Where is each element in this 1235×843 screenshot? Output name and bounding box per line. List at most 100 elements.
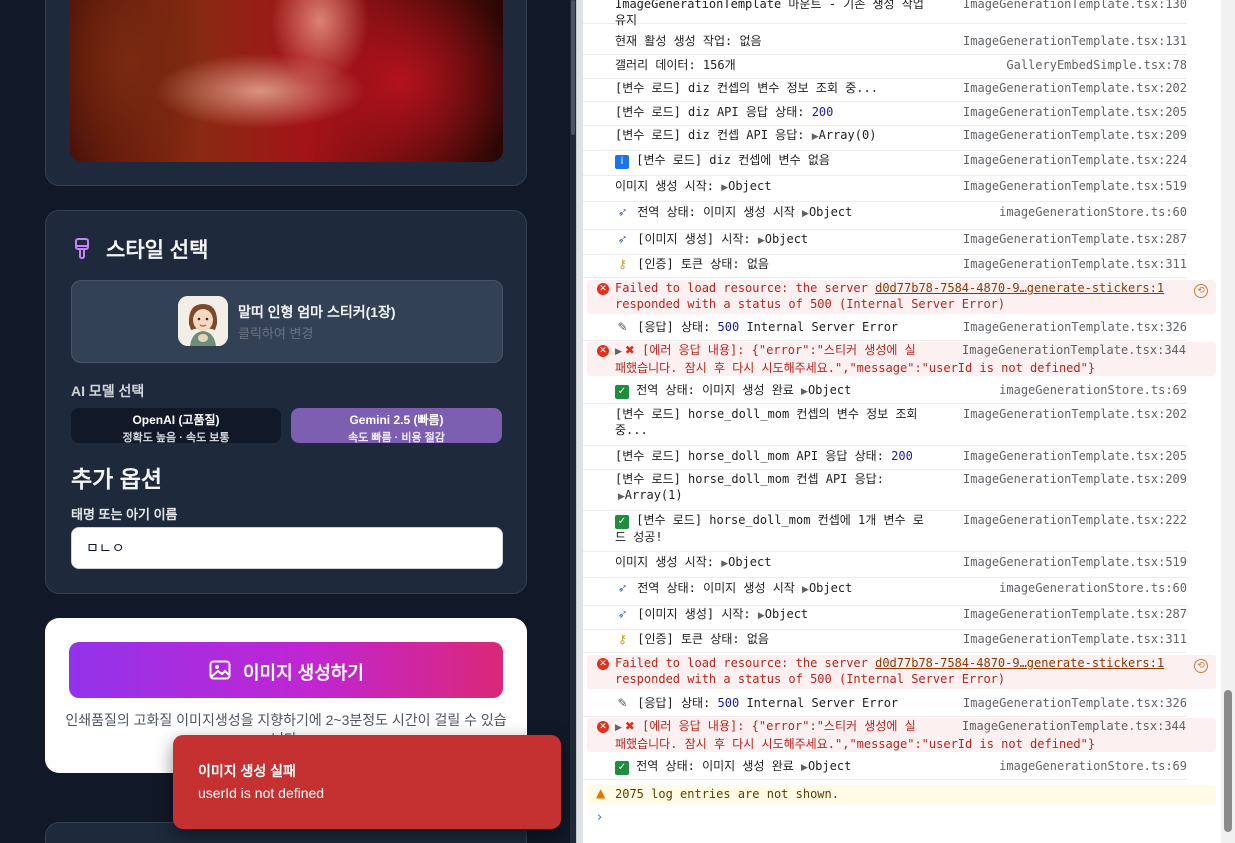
console-source-link[interactable]: ImageGenerationTemplate.tsx:326 — [963, 319, 1187, 335]
console-object[interactable]: Object — [728, 179, 771, 193]
console-message: ✎ [응답] 상태: 500 Internal Server Error — [615, 695, 898, 711]
console-message: [변수 로드] diz 컨셉 API 응답: ▶Array(0) — [615, 128, 877, 142]
console-log-row[interactable]: ➶ 전역 상태: 이미지 생성 시작 ▶Object imageGeneratio… — [583, 580, 1187, 606]
console-source-link[interactable]: ImageGenerationTemplate.tsx:209 — [963, 471, 1187, 487]
console-log-row[interactable]: ⚷ [인증] 토큰 상태: 없음 ImageGenerationTemplate.… — [583, 256, 1187, 278]
console-source-link[interactable]: ImageGenerationTemplate.tsx:131 — [963, 33, 1187, 49]
selected-style-button[interactable]: 말띠 인형 엄마 스티커(1장) 클릭하여 변경 — [71, 280, 503, 363]
console-log-row[interactable]: 갤러리 데이터: 156개 GalleryEmbedSimple.tsx:78 — [583, 57, 1187, 79]
console-log-row[interactable]: [변수 로드] horse_doll_mom 컨셉 API 응답: ▶Array… — [583, 471, 1187, 511]
console-object[interactable]: Object — [809, 581, 852, 595]
console-source-link[interactable]: ImageGenerationTemplate.tsx:202 — [963, 80, 1187, 96]
console-source-link[interactable]: ImageGenerationTemplate.tsx:209 — [963, 127, 1187, 143]
console-scrollbar[interactable] — [1221, 0, 1235, 843]
console-log-row[interactable]: ➶ [이미지 생성] 시작: ▶Object ImageGenerationTem… — [583, 606, 1187, 630]
model-option-gemini[interactable]: Gemini 2.5 (빠름) 속도 빠름 · 비용 절감 — [291, 408, 502, 444]
console-source-link[interactable]: ImageGenerationTemplate.tsx:311 — [963, 631, 1187, 647]
console-object[interactable]: Array(0) — [819, 128, 877, 142]
console-object[interactable]: Object — [809, 205, 852, 219]
console-object[interactable]: Array(1) — [625, 488, 683, 502]
console-object[interactable]: Object — [765, 607, 808, 621]
expand-triangle-icon[interactable]: ▶ — [615, 492, 625, 502]
expand-triangle-icon[interactable]: ▶ — [758, 611, 765, 621]
generated-image[interactable] — [70, 0, 503, 162]
console-log-row[interactable]: ➶ 전역 상태: 이미지 생성 시작 ▶Object imageGeneratio… — [583, 204, 1187, 230]
console-log-row[interactable]: ✓ 전역 상태: 이미지 생성 완료 ▶Object imageGeneratio… — [583, 382, 1187, 404]
expand-triangle-icon[interactable]: ▶ — [615, 723, 625, 733]
console-log-row[interactable]: 이미지 생성 시작: ▶Object ImageGenerationTemplat… — [583, 554, 1187, 578]
model-option-name: OpenAI (고품질) — [132, 413, 220, 427]
console-object[interactable]: Object — [808, 383, 851, 397]
console-source-link[interactable]: ImageGenerationTemplate.tsx:344 — [962, 342, 1186, 358]
console-log-row[interactable]: ✓ [변수 로드] horse_doll_mom 컨셉에 1개 변수 로드 성공… — [583, 512, 1187, 552]
console-source-link[interactable]: ImageGenerationTemplate.tsx:344 — [962, 718, 1186, 734]
memo-icon: ✎ — [617, 696, 628, 710]
console-source-link[interactable]: ImageGenerationTemplate.tsx:130 — [963, 0, 1187, 12]
console-source-link[interactable]: ImageGenerationTemplate.tsx:287 — [963, 606, 1187, 622]
model-option-openai[interactable]: OpenAI (고품질) 정확도 높음 · 속도 보통 — [71, 408, 281, 444]
console-log-row[interactable]: [변수 로드] horse_doll_mom 컨셉의 변수 정보 조회 중... I… — [583, 406, 1187, 446]
console-source-link[interactable]: imageGenerationStore.ts:60 — [999, 580, 1187, 596]
console-source-link[interactable]: ImageGenerationTemplate.tsx:202 — [963, 406, 1187, 422]
console-error-row[interactable]: ✕ Failed to load resource: the server d0d… — [587, 655, 1216, 689]
console-source-link[interactable]: ImageGenerationTemplate.tsx:519 — [963, 554, 1187, 570]
console-log-row[interactable]: ✎ [응답] 상태: 500 Internal Server Error Imag… — [583, 695, 1187, 717]
style-section-title: 스타일 선택 — [106, 239, 209, 262]
console-log-row[interactable]: 현재 활성 생성 작업: 없음 ImageGenerationTemplate.t… — [583, 33, 1187, 55]
console-error-row[interactable]: ✕ ▶ ✖ [에러 응답 내용]: {"error":"스티커 생성에 실 패했습니… — [587, 342, 1216, 376]
devtools-console: ImageGenerationTemplate 마운트 - 기존 생성 작업 유지… — [583, 0, 1235, 843]
console-log-row[interactable]: [변수 로드] diz 컨셉의 변수 정보 조회 중... ImageGenera… — [583, 80, 1187, 102]
expand-triangle-icon[interactable]: ▶ — [802, 585, 809, 595]
console-log-row[interactable]: ✓ 전역 상태: 이미지 생성 완료 ▶Object imageGeneratio… — [583, 758, 1187, 780]
console-object[interactable]: Object — [808, 759, 851, 773]
console-prompt-icon[interactable]: › — [597, 810, 602, 825]
console-source-link[interactable]: ImageGenerationTemplate.tsx:222 — [963, 512, 1187, 528]
expand-triangle-icon[interactable]: ▶ — [758, 236, 765, 246]
console-object[interactable]: Object — [765, 232, 808, 246]
expand-triangle-icon[interactable]: ▶ — [812, 132, 819, 142]
console-source-link[interactable]: ImageGenerationTemplate.tsx:519 — [963, 178, 1187, 194]
memo-icon: ✎ — [617, 320, 628, 334]
error-toast[interactable]: 이미지 생성 실패 userId is not defined — [173, 735, 561, 829]
console-source-link[interactable]: ImageGenerationTemplate.tsx:205 — [963, 104, 1187, 120]
resource-link[interactable]: d0d77b78-7584-4870-9…generate-stickers:1 — [875, 656, 1164, 670]
console-scrollbar-thumb[interactable] — [1224, 690, 1232, 832]
network-icon[interactable]: ⟲ — [1194, 284, 1208, 298]
expand-triangle-icon[interactable]: ▶ — [801, 387, 808, 397]
model-option-desc: 속도 빠름 · 비용 절감 — [348, 432, 445, 444]
console-log-row[interactable]: ⚷ [인증] 토큰 상태: 없음 ImageGenerationTemplate.… — [583, 631, 1187, 653]
console-log-row[interactable]: ✎ [응답] 상태: 500 Internal Server Error Imag… — [583, 319, 1187, 341]
info-icon: i — [615, 155, 629, 169]
console-log-row[interactable]: [변수 로드] diz 컨셉 API 응답: ▶Array(0) ImageGen… — [583, 127, 1187, 151]
console-object[interactable]: Object — [728, 555, 771, 569]
baby-name-input[interactable] — [71, 527, 503, 569]
app-scrollbar-thumb[interactable] — [571, 0, 575, 135]
console-source-link[interactable]: GalleryEmbedSimple.tsx:78 — [1006, 57, 1187, 73]
generate-image-button[interactable]: 이미지 생성하기 — [69, 642, 503, 698]
resource-link[interactable]: d0d77b78-7584-4870-9…generate-stickers:1 — [875, 281, 1164, 295]
cross-mark-icon: ✖ — [624, 719, 635, 733]
console-source-link[interactable]: imageGenerationStore.ts:69 — [999, 382, 1187, 398]
network-icon[interactable]: ⟲ — [1194, 659, 1208, 673]
console-source-link[interactable]: imageGenerationStore.ts:60 — [999, 204, 1187, 220]
console-log-row[interactable]: i [변수 로드] diz 컨셉에 변수 없음 ImageGenerationTe… — [583, 152, 1187, 176]
console-log-row[interactable]: [변수 로드] horse_doll_mom API 응답 상태: 200 Ima… — [583, 448, 1187, 470]
console-source-link[interactable]: ImageGenerationTemplate.tsx:224 — [963, 152, 1187, 168]
console-source-link[interactable]: ImageGenerationTemplate.tsx:205 — [963, 448, 1187, 464]
expand-triangle-icon[interactable]: ▶ — [615, 347, 625, 357]
console-source-link[interactable]: ImageGenerationTemplate.tsx:311 — [963, 256, 1187, 272]
console-message: ➶ 전역 상태: 이미지 생성 시작 ▶Object — [615, 204, 852, 222]
console-error-row[interactable]: ✕ Failed to load resource: the server d0d… — [587, 280, 1216, 314]
console-log-row[interactable]: [변수 로드] diz API 응답 상태: 200 ImageGeneratio… — [583, 104, 1187, 126]
console-message: ⚷ [인증] 토큰 상태: 없음 — [615, 631, 769, 647]
expand-triangle-icon[interactable]: ▶ — [802, 209, 809, 219]
console-source-link[interactable]: ImageGenerationTemplate.tsx:287 — [963, 231, 1187, 247]
panel-resize-handle[interactable] — [576, 0, 583, 843]
console-source-link[interactable]: ImageGenerationTemplate.tsx:326 — [963, 695, 1187, 711]
expand-triangle-icon[interactable]: ▶ — [801, 763, 808, 773]
console-log-row[interactable]: 이미지 생성 시작: ▶Object ImageGenerationTemplat… — [583, 178, 1187, 202]
console-log-row[interactable]: ➶ [이미지 생성] 시작: ▶Object ImageGenerationTem… — [583, 231, 1187, 255]
console-log-row[interactable]: ImageGenerationTemplate 마운트 - 기존 생성 작업 유지… — [583, 0, 1187, 27]
console-error-row[interactable]: ✕ ▶ ✖ [에러 응답 내용]: {"error":"스티커 생성에 실 패했습니… — [587, 718, 1216, 752]
console-source-link[interactable]: imageGenerationStore.ts:69 — [999, 758, 1187, 774]
